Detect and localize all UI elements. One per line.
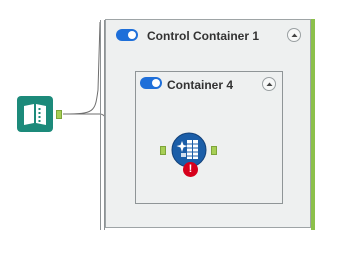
inner-container-toggle[interactable]	[140, 77, 162, 89]
input-tool[interactable]	[17, 96, 53, 132]
container-output-edge	[311, 19, 315, 230]
input-tool-output-anchor[interactable]	[56, 110, 62, 119]
error-badge-icon: !	[183, 162, 198, 177]
chevron-up-icon	[266, 82, 273, 86]
control-container-toggle[interactable]	[116, 29, 138, 41]
inner-container-title: Container 4	[167, 78, 234, 92]
spatial-tool-output-anchor[interactable]	[211, 146, 217, 155]
container-edge-handle[interactable]	[100, 20, 105, 230]
spatial-tool-input-anchor[interactable]	[160, 146, 166, 155]
chevron-up-icon	[291, 33, 298, 37]
workflow-canvas[interactable]: Control Container 1 Container 4 !	[0, 0, 347, 274]
inner-container-collapse-button[interactable]	[262, 77, 276, 91]
control-container-header[interactable]: Control Container 1	[106, 20, 310, 50]
inner-container[interactable]: Container 4	[135, 71, 283, 204]
control-container-collapse-button[interactable]	[287, 28, 301, 42]
toggle-knob	[128, 31, 136, 39]
book-input-icon	[24, 104, 46, 125]
control-container-title: Control Container 1	[147, 29, 260, 43]
toggle-knob	[152, 79, 160, 87]
